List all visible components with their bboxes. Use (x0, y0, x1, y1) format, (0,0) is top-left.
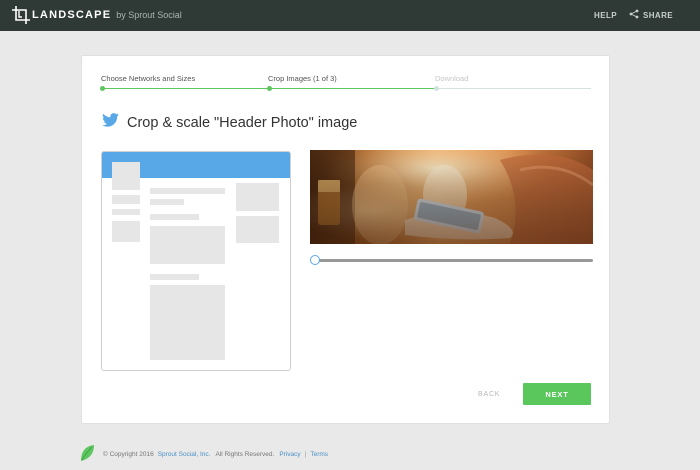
twitter-profile-preview (101, 151, 291, 371)
share-label: SHARE (642, 10, 673, 20)
widget-placeholder (236, 183, 279, 211)
step-label-crop-images: Crop Images (1 of 3) (268, 74, 337, 83)
back-button[interactable]: BACK (478, 391, 500, 398)
help-link[interactable]: HELP (594, 11, 617, 20)
timeline-placeholder (150, 188, 225, 194)
step-dot-download (434, 86, 439, 91)
copyright-text: © Copyright 2016 (103, 450, 154, 458)
share-button[interactable]: SHARE (629, 9, 673, 21)
timeline-placeholder (150, 285, 225, 360)
wizard-card: Choose Networks and Sizes Crop Images (1… (81, 55, 610, 424)
twitter-bird-icon (102, 113, 119, 132)
zoom-slider-handle[interactable] (310, 255, 320, 265)
step-label-choose-networks[interactable]: Choose Networks and Sizes (101, 74, 195, 83)
next-button[interactable]: NEXT (523, 383, 591, 405)
header-photo-image (310, 150, 593, 244)
page-title: Crop & scale "Header Photo" image (102, 113, 357, 132)
sidebar-placeholder (112, 209, 140, 215)
footer-divider: | (304, 450, 307, 458)
progress-track (101, 88, 591, 89)
footer: © Copyright 2016 Sprout Social, Inc. All… (80, 444, 328, 464)
landscape-logo[interactable]: LANDSCAPE by Sprout Social (11, 5, 182, 25)
timeline-placeholder (150, 199, 184, 205)
avatar-placeholder (112, 162, 140, 190)
timeline-placeholder (150, 274, 199, 280)
logo-byline: by Sprout Social (116, 10, 182, 20)
timeline-placeholder (150, 226, 225, 264)
title-text: Crop & scale "Header Photo" image (127, 114, 358, 131)
rights-text: All Rights Reserved. (215, 450, 275, 458)
share-icon (629, 9, 639, 21)
top-bar: LANDSCAPE by Sprout Social HELP SHARE (0, 0, 700, 31)
terms-link[interactable]: Terms (310, 451, 328, 458)
sidebar-placeholder (112, 195, 140, 204)
privacy-link[interactable]: Privacy (279, 451, 300, 458)
step-dot-choose-networks (100, 86, 105, 91)
step-dot-crop-images (267, 86, 272, 91)
sprout-leaf-icon (80, 444, 95, 464)
zoom-slider-track[interactable] (312, 259, 593, 262)
step-label-download: Download (435, 74, 469, 83)
crop-frame-logo-icon (11, 5, 31, 25)
timeline-placeholder (150, 214, 199, 220)
sidebar-placeholder (112, 221, 140, 242)
widget-placeholder (236, 216, 279, 243)
crop-image-area[interactable] (310, 150, 593, 244)
company-link[interactable]: Sprout Social, Inc. (158, 451, 211, 458)
logo-wordmark: LANDSCAPE (32, 9, 112, 21)
